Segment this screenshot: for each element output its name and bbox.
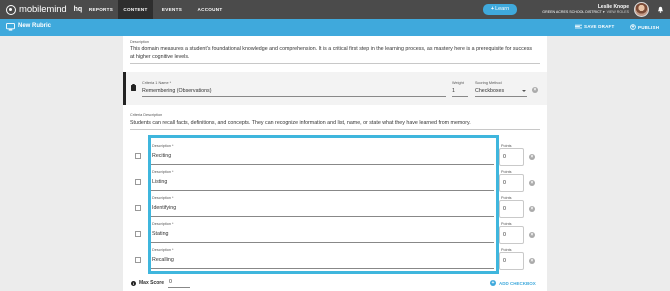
max-score-value: 0 xyxy=(169,279,172,285)
item-description-label: Description * xyxy=(152,196,174,200)
chevron-down-icon[interactable] xyxy=(522,90,526,92)
nav-content[interactable]: CONTENT xyxy=(118,0,153,19)
item-description-input[interactable]: Recalling xyxy=(152,257,174,263)
item-description-input[interactable]: Reciting xyxy=(152,153,171,159)
item-points-input[interactable]: 0 xyxy=(499,200,524,218)
item-description-label: Description * xyxy=(152,144,174,148)
criteria-name-underline xyxy=(142,96,446,97)
weight-underline xyxy=(452,96,468,97)
rubric-editor-panel: Description This domain measures a stude… xyxy=(123,36,547,291)
logo-text: mobilemind xyxy=(19,4,67,15)
criteria-description-label: Criteria Description xyxy=(130,113,163,117)
publish-icon xyxy=(630,24,636,30)
scoring-method-label: Scoring Method xyxy=(475,81,502,85)
item-points-input[interactable]: 0 xyxy=(499,148,524,166)
learn-label: Learn xyxy=(495,6,510,12)
divider xyxy=(130,129,540,130)
rubric-icon xyxy=(6,23,15,31)
rubric-toolbar: New Rubric SAVE DRAFT PUBLISH xyxy=(0,19,670,36)
info-icon[interactable]: i xyxy=(131,281,136,286)
criteria-name-input[interactable]: Remembering (Observations) xyxy=(142,88,211,94)
view-roles-link[interactable]: VIEW ROLES xyxy=(607,10,629,14)
item-points-value: 0 xyxy=(503,206,506,212)
bell-icon[interactable] xyxy=(657,6,664,13)
add-checkbox-button[interactable]: + ADD CHECKBOX xyxy=(490,280,536,286)
chevron-down-icon: ▾ xyxy=(602,10,605,14)
remove-item-icon[interactable]: × xyxy=(529,180,535,186)
criteria-description[interactable]: Students can recall facts, definitions, … xyxy=(130,119,542,127)
add-icon: + xyxy=(490,280,496,286)
domain-description[interactable]: This domain measures a student's foundat… xyxy=(130,45,535,61)
plus-icon: + xyxy=(490,6,495,12)
criteria-header: Criteria 1 Name * Remembering (Observati… xyxy=(123,72,547,105)
domain-description-label: Description xyxy=(130,40,149,44)
clipboard-icon xyxy=(131,84,136,91)
nav-account[interactable]: ACCOUNT xyxy=(194,0,226,19)
learn-button[interactable]: +Learn xyxy=(483,4,517,15)
criteria-name-label: Criteria 1 Name * xyxy=(142,81,172,85)
item-checkbox[interactable] xyxy=(135,257,141,263)
avatar[interactable] xyxy=(634,2,649,17)
item-underline xyxy=(149,164,494,165)
logo-icon xyxy=(6,4,16,15)
scoring-underline xyxy=(475,96,527,97)
remove-item-icon[interactable]: × xyxy=(529,258,535,264)
remove-item-icon[interactable]: × xyxy=(529,232,535,238)
item-checkbox[interactable] xyxy=(135,205,141,211)
item-underline xyxy=(149,190,494,191)
page-title: New Rubric xyxy=(18,23,52,29)
publish-button[interactable]: PUBLISH xyxy=(630,24,659,30)
item-points-value: 0 xyxy=(503,154,506,160)
item-points-input[interactable]: 0 xyxy=(499,174,524,192)
item-checkbox[interactable] xyxy=(135,231,141,237)
item-description-label: Description * xyxy=(152,248,174,252)
logo-hq: hq xyxy=(73,6,83,13)
item-points-value: 0 xyxy=(503,180,506,186)
item-underline xyxy=(149,216,494,217)
add-checkbox-label: ADD CHECKBOX xyxy=(499,280,536,286)
item-underline xyxy=(149,268,494,269)
district-selector[interactable]: GREEN ACRES SCHOOL DISTRICT ▾ VIEW ROLES xyxy=(542,10,629,14)
item-description-label: Description * xyxy=(152,222,174,226)
item-description-input[interactable]: Stating xyxy=(152,231,169,237)
item-points-input[interactable]: 0 xyxy=(499,226,524,244)
remove-item-icon[interactable]: × xyxy=(529,206,535,212)
max-score-label: Max Score xyxy=(139,280,165,286)
save-draft-button[interactable]: SAVE DRAFT xyxy=(575,24,614,29)
item-points-value: 0 xyxy=(503,232,506,238)
item-points-input[interactable]: 0 xyxy=(499,252,524,270)
nav-events[interactable]: EVENTS xyxy=(157,0,187,19)
weight-label: Weight xyxy=(452,81,464,85)
weight-input[interactable]: 1 xyxy=(452,88,455,94)
item-checkbox[interactable] xyxy=(135,179,141,185)
item-underline xyxy=(149,242,494,243)
save-draft-label: SAVE DRAFT xyxy=(584,24,615,29)
max-score-underline xyxy=(168,287,190,288)
top-nav: mobilemind hq REPORTS CONTENT EVENTS ACC… xyxy=(0,0,670,19)
scoring-method-select[interactable]: Checkboxes xyxy=(475,88,504,94)
item-description-input[interactable]: Listing xyxy=(152,179,167,185)
logo[interactable]: mobilemind hq xyxy=(6,4,82,15)
item-description-label: Description * xyxy=(152,170,174,174)
publish-label: PUBLISH xyxy=(638,24,660,30)
remove-item-icon[interactable]: × xyxy=(529,154,535,160)
remove-criteria-icon[interactable]: × xyxy=(532,87,538,93)
item-description-input[interactable]: Identifying xyxy=(152,205,176,211)
item-checkbox[interactable] xyxy=(135,153,141,159)
divider xyxy=(130,63,540,64)
save-draft-icon xyxy=(575,24,582,29)
district-name: GREEN ACRES SCHOOL DISTRICT xyxy=(542,10,602,14)
item-points-value: 0 xyxy=(503,258,506,264)
nav-reports[interactable]: REPORTS xyxy=(87,0,115,19)
